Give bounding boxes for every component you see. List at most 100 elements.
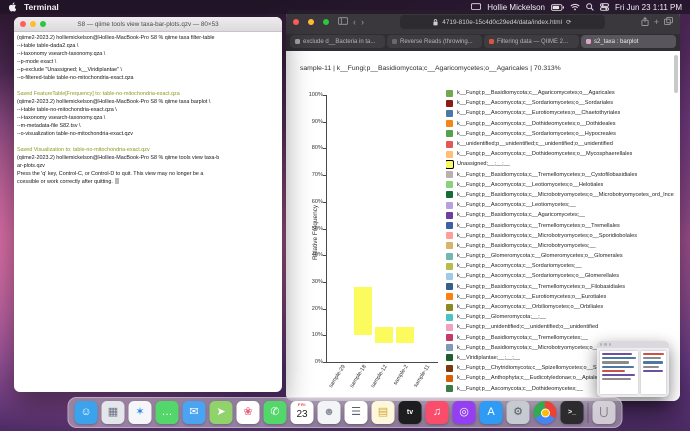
terminal-titlebar[interactable]: S8 — qiime tools view taxa-bar-plots.qzv…: [14, 17, 282, 32]
terminal-icon[interactable]: >_: [561, 401, 584, 424]
legend-swatch[interactable]: [446, 273, 453, 280]
bar-sample-29[interactable]: [333, 95, 351, 362]
legend-swatch[interactable]: [446, 110, 453, 117]
legend-swatch[interactable]: [446, 181, 453, 188]
facetime-icon[interactable]: ✆: [264, 401, 287, 424]
battery-icon[interactable]: [551, 4, 564, 11]
menu-app-name[interactable]: Terminal: [24, 2, 59, 12]
legend-item[interactable]: k__Fungi;p__unidentified;c__unidentified…: [446, 322, 674, 332]
forward-icon[interactable]: ›: [361, 18, 364, 27]
refresh-icon[interactable]: ⟳: [566, 18, 571, 26]
taxa-barplot[interactable]: 100%90%80%70%60%50%40%30%20%10%0%sample-…: [326, 95, 438, 363]
new-tab-icon[interactable]: +: [654, 18, 659, 27]
menu-user-name[interactable]: Hollie Mickelson: [487, 3, 545, 12]
music-icon[interactable]: ♫: [426, 401, 449, 424]
legend-swatch[interactable]: [446, 191, 453, 198]
legend-swatch[interactable]: [446, 253, 453, 260]
legend-swatch[interactable]: [446, 151, 453, 158]
legend-item[interactable]: k__Fungi;p__Ascomycota;c__Leotiomycetes;…: [446, 180, 674, 190]
finder-icon[interactable]: ☺: [75, 401, 98, 424]
legend-item[interactable]: k__Fungi;p__Glomeromycota;__;__: [446, 312, 674, 322]
bar-sample-18[interactable]: [354, 95, 372, 362]
legend-swatch[interactable]: [446, 334, 453, 341]
legend-item[interactable]: k__Fungi;p__Ascomycota;c__Leotiomycetes;…: [446, 200, 674, 210]
legend-swatch[interactable]: [446, 354, 453, 361]
launchpad-icon[interactable]: ▦: [102, 401, 125, 424]
control-center-icon[interactable]: [600, 3, 609, 11]
display-icon[interactable]: [471, 3, 481, 11]
browser-tab[interactable]: s2_taxa : barplot: [581, 35, 676, 48]
legend-swatch[interactable]: [446, 141, 453, 148]
chrome-icon[interactable]: [534, 401, 557, 424]
legend-swatch[interactable]: [446, 232, 453, 239]
bar-segment-unassigned-[interactable]: [375, 327, 393, 343]
wifi-icon[interactable]: [570, 3, 580, 11]
bar-sample-11[interactable]: [417, 95, 435, 362]
legend-swatch[interactable]: [446, 314, 453, 321]
search-icon[interactable]: [586, 3, 594, 11]
legend-swatch[interactable]: [446, 263, 453, 270]
browser-tab[interactable]: Filtering data — QIIME 2...: [484, 35, 579, 48]
legend-item[interactable]: k__Fungi;p__Glomeromycota;c__Glomeromyce…: [446, 251, 674, 261]
sidebar-toggle-icon[interactable]: [338, 17, 348, 27]
apple-menu-icon[interactable]: [8, 2, 17, 12]
notes-icon[interactable]: ▤: [372, 401, 395, 424]
bar-sample-12[interactable]: [375, 95, 393, 362]
close-button[interactable]: [293, 19, 299, 25]
legend-item[interactable]: k__unidentified;p__unidentified;c__unide…: [446, 139, 674, 149]
legend-item[interactable]: k__Fungi;p__Ascomycota;c__Sordariomycete…: [446, 261, 674, 271]
legend-item[interactable]: k__Fungi;p__Basidiomycota;c__Microbotryo…: [446, 241, 674, 251]
reminders-icon[interactable]: ☰: [345, 401, 368, 424]
legend-swatch[interactable]: [446, 212, 453, 219]
photos-icon[interactable]: ❀: [237, 401, 260, 424]
legend-swatch[interactable]: [446, 90, 453, 97]
legend-item[interactable]: k__Fungi;p__Ascomycota;c__Dothideomycete…: [446, 119, 674, 129]
legend-swatch[interactable]: [446, 385, 453, 392]
legend-item[interactable]: k__Fungi;p__Ascomycota;c__Orbiliomycetes…: [446, 302, 674, 312]
mini-titlebar[interactable]: [597, 341, 669, 348]
legend-item[interactable]: k__Fungi;p__Basidiomycota;c__Tremellomyc…: [446, 220, 674, 230]
zoom-button[interactable]: [323, 19, 329, 25]
legend-swatch[interactable]: [446, 222, 453, 229]
bar-segment-unassigned-[interactable]: [396, 327, 414, 343]
legend-item[interactable]: k__Fungi;p__Basidiomycota;c__Agaricomyce…: [446, 88, 674, 98]
calendar-icon[interactable]: FRI23: [291, 401, 314, 424]
legend-swatch[interactable]: [446, 283, 453, 290]
share-icon[interactable]: [641, 17, 649, 28]
legend-item[interactable]: k__Fungi;p__Ascomycota;c__Sordariomycete…: [446, 129, 674, 139]
bar-segment-unassigned-[interactable]: [354, 287, 372, 335]
legend-item[interactable]: k__Fungi;p__Basidiomycota;c__Microbotryo…: [446, 190, 674, 200]
legend-item[interactable]: k__Fungi;p__Ascomycota;c__Eurotiomycetes…: [446, 292, 674, 302]
legend-item[interactable]: k__Fungi;p__Basidiomycota;c__Microbotryo…: [446, 231, 674, 241]
menu-clock[interactable]: Fri Jun 23 1:11 PM: [615, 3, 682, 12]
terminal-body[interactable]: (qiime2-2023.2) holliemickelson@Hollies-…: [14, 32, 282, 188]
tv-icon[interactable]: tv: [399, 401, 422, 424]
contacts-icon[interactable]: ☻: [318, 401, 341, 424]
legend-swatch[interactable]: [446, 242, 453, 249]
scrollbar-thumb[interactable]: [674, 55, 678, 93]
legend-swatch[interactable]: [446, 100, 453, 107]
legend-swatch[interactable]: [446, 304, 453, 311]
maps-icon[interactable]: ➤: [210, 401, 233, 424]
legend-item[interactable]: k__Fungi;p__Basidiomycota;c__Tremellomyc…: [446, 170, 674, 180]
browser-tab[interactable]: Reverse Reads (throwing...: [387, 35, 482, 48]
podcasts-icon[interactable]: ◎: [453, 401, 476, 424]
legend-swatch[interactable]: [446, 161, 453, 168]
trash-icon[interactable]: ⋃: [593, 401, 616, 424]
legend-item[interactable]: Unassigned;__;__;__: [446, 159, 674, 169]
browser-tab[interactable]: exclude d__Bacteria in ta...: [290, 35, 385, 48]
legend-swatch[interactable]: [446, 375, 453, 382]
legend-item[interactable]: k__Fungi;p__Basidiomycota;c__Agaricomyce…: [446, 210, 674, 220]
legend-item[interactable]: k__Fungi;p__Basidiomycota;c__Tremellomyc…: [446, 282, 674, 292]
address-bar[interactable]: 4719-810e-15c4d0c29ed4/data/index.html ⟳: [400, 15, 605, 29]
system-settings-icon[interactable]: ⚙: [507, 401, 530, 424]
legend-swatch[interactable]: [446, 344, 453, 351]
legend-swatch[interactable]: [446, 120, 453, 127]
minimize-button[interactable]: [308, 19, 314, 25]
legend-item[interactable]: k__Fungi;p__Ascomycota;c__Sordariomycete…: [446, 271, 674, 281]
mail-icon[interactable]: ✉: [183, 401, 206, 424]
legend-swatch[interactable]: [446, 130, 453, 137]
legend-swatch[interactable]: [446, 171, 453, 178]
floating-preview-window[interactable]: [597, 341, 669, 397]
bar-sample-2[interactable]: [396, 95, 414, 362]
